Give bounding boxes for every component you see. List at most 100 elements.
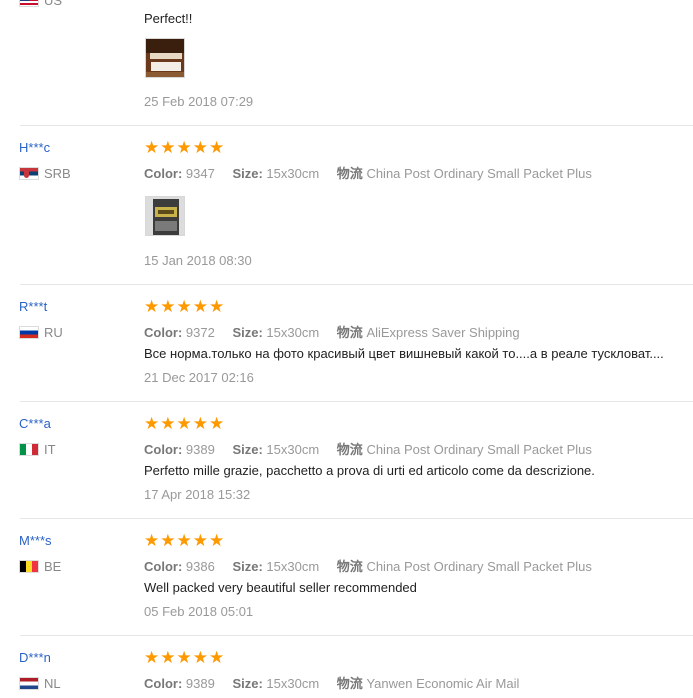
color-label: Color:: [144, 166, 183, 181]
review-attributes: Color: 9347 Size: 15x30cm 物流 China Post …: [144, 163, 606, 182]
review-item: R***t RU ★ ★ ★ ★ ★ Color: 9372 Size: 15x30cm…: [0, 285, 693, 401]
color-value: 9372: [185, 325, 215, 340]
star-icon: ★: [209, 531, 225, 550]
star-icon: ★: [176, 414, 192, 433]
star-icon: ★: [176, 297, 192, 316]
review-text: Well packed very beautiful seller recomm…: [144, 580, 417, 595]
star-rating: ★ ★ ★ ★ ★: [144, 139, 224, 156]
photo-thumbnail-image: [146, 39, 184, 77]
star-icon: ★: [192, 414, 208, 433]
color-value: 9389: [185, 676, 215, 691]
review-photo-thumbnail[interactable]: [145, 38, 185, 78]
star-icon: ★: [144, 297, 160, 316]
reviewer-name[interactable]: C***a: [19, 416, 51, 431]
size-value: 15x30cm: [266, 166, 320, 181]
review-date: 25 Feb 2018 07:29: [144, 94, 254, 109]
shipping-method: Yanwen Economic Air Mail: [366, 676, 520, 691]
star-rating: ★ ★ ★ ★ ★: [144, 415, 224, 432]
color-label: Color:: [144, 442, 183, 457]
star-icon: ★: [160, 531, 176, 550]
review-date: 15 Jan 2018 08:30: [144, 253, 252, 268]
star-icon: ★: [160, 648, 176, 667]
italy-flag-icon: [19, 443, 39, 456]
logistics-label: 物流: [336, 325, 363, 340]
shipping-method: China Post Ordinary Small Packet Plus: [366, 559, 592, 574]
star-rating: ★ ★ ★ ★ ★: [144, 298, 224, 315]
size-label: Size:: [232, 166, 263, 181]
belgium-flag-icon: [19, 560, 39, 573]
color-value: 9386: [185, 559, 215, 574]
size-label: Size:: [232, 325, 263, 340]
size-label: Size:: [232, 676, 263, 691]
star-icon: ★: [160, 297, 176, 316]
size-value: 15x30cm: [266, 676, 320, 691]
russia-flag-icon: [19, 326, 39, 339]
star-icon: ★: [160, 414, 176, 433]
review-item: D***n NL ★ ★ ★ ★ ★ Color: 9389 Size: 15x30cm…: [0, 636, 693, 698]
star-icon: ★: [144, 138, 160, 157]
review-text: Perfect!!: [144, 11, 193, 26]
star-icon: ★: [209, 297, 225, 316]
review-attributes: Color: 9389 Size: 15x30cm 物流 Yanwen Econ…: [144, 673, 533, 692]
reviewer-name[interactable]: M***s: [19, 533, 52, 548]
size-label: Size:: [232, 559, 263, 574]
reviewer-name[interactable]: H***c: [19, 140, 50, 155]
star-icon: ★: [176, 648, 192, 667]
size-value: 15x30cm: [266, 325, 320, 340]
review-item: H***c SRB ★ ★ ★ ★ ★ Color: 9347 Size: 15x30c…: [0, 126, 693, 284]
netherlands-flag-icon: [19, 677, 39, 690]
reviewer-country: US: [19, 0, 62, 8]
star-icon: ★: [160, 138, 176, 157]
review-attributes: Color: 9372 Size: 15x30cm 物流 AliExpress …: [144, 322, 534, 341]
color-label: Color:: [144, 325, 183, 340]
star-rating: ★ ★ ★ ★ ★: [144, 649, 224, 666]
reviewer-country: RU: [19, 325, 63, 340]
usa-flag-icon: [19, 0, 39, 7]
size-label: Size:: [232, 442, 263, 457]
review-item-partial: US Perfect!! 25 Feb 2018 07:29: [0, 0, 693, 126]
reviewer-name[interactable]: R***t: [19, 299, 47, 314]
color-label: Color:: [144, 559, 183, 574]
shipping-method: China Post Ordinary Small Packet Plus: [366, 442, 592, 457]
review-date: 21 Dec 2017 02:16: [144, 370, 254, 385]
star-icon: ★: [192, 297, 208, 316]
reviewer-name[interactable]: D***n: [19, 650, 51, 665]
star-icon: ★: [144, 414, 160, 433]
shipping-method: China Post Ordinary Small Packet Plus: [366, 166, 592, 181]
star-icon: ★: [209, 648, 225, 667]
photo-thumbnail-image: [146, 197, 184, 235]
star-icon: ★: [209, 138, 225, 157]
star-icon: ★: [192, 138, 208, 157]
logistics-label: 物流: [336, 559, 363, 574]
star-icon: ★: [209, 414, 225, 433]
review-attributes: Color: 9386 Size: 15x30cm 物流 China Post …: [144, 556, 606, 575]
shipping-method: AliExpress Saver Shipping: [366, 325, 520, 340]
color-value: 9347: [185, 166, 215, 181]
review-date: 17 Apr 2018 15:32: [144, 487, 251, 502]
logistics-label: 物流: [336, 676, 363, 691]
color-label: Color:: [144, 676, 183, 691]
review-item: M***s BE ★ ★ ★ ★ ★ Color: 9386 Size: 15x30cm…: [0, 519, 693, 635]
reviewer-country: NL: [19, 676, 61, 691]
review-text: Все норма.только на фото красивый цвет в…: [144, 346, 664, 361]
review-photo-thumbnail[interactable]: [145, 196, 185, 236]
star-icon: ★: [144, 648, 160, 667]
star-icon: ★: [192, 648, 208, 667]
review-date: 05 Feb 2018 05:01: [144, 604, 254, 619]
color-value: 9389: [185, 442, 215, 457]
star-rating: ★ ★ ★ ★ ★: [144, 532, 224, 549]
serbia-flag-icon: [19, 167, 39, 180]
star-icon: ★: [176, 531, 192, 550]
review-text: Perfetto mille grazie, pacchetto a prova…: [144, 463, 595, 478]
star-icon: ★: [144, 531, 160, 550]
star-icon: ★: [192, 531, 208, 550]
reviewer-country: IT: [19, 442, 56, 457]
size-value: 15x30cm: [266, 559, 320, 574]
reviewer-country: BE: [19, 559, 61, 574]
size-value: 15x30cm: [266, 442, 320, 457]
star-icon: ★: [176, 138, 192, 157]
review-item: C***a IT ★ ★ ★ ★ ★ Color: 9389 Size: 15x30cm…: [0, 402, 693, 518]
review-attributes: Color: 9389 Size: 15x30cm 物流 China Post …: [144, 439, 606, 458]
logistics-label: 物流: [336, 442, 363, 457]
reviewer-country: SRB: [19, 166, 71, 181]
